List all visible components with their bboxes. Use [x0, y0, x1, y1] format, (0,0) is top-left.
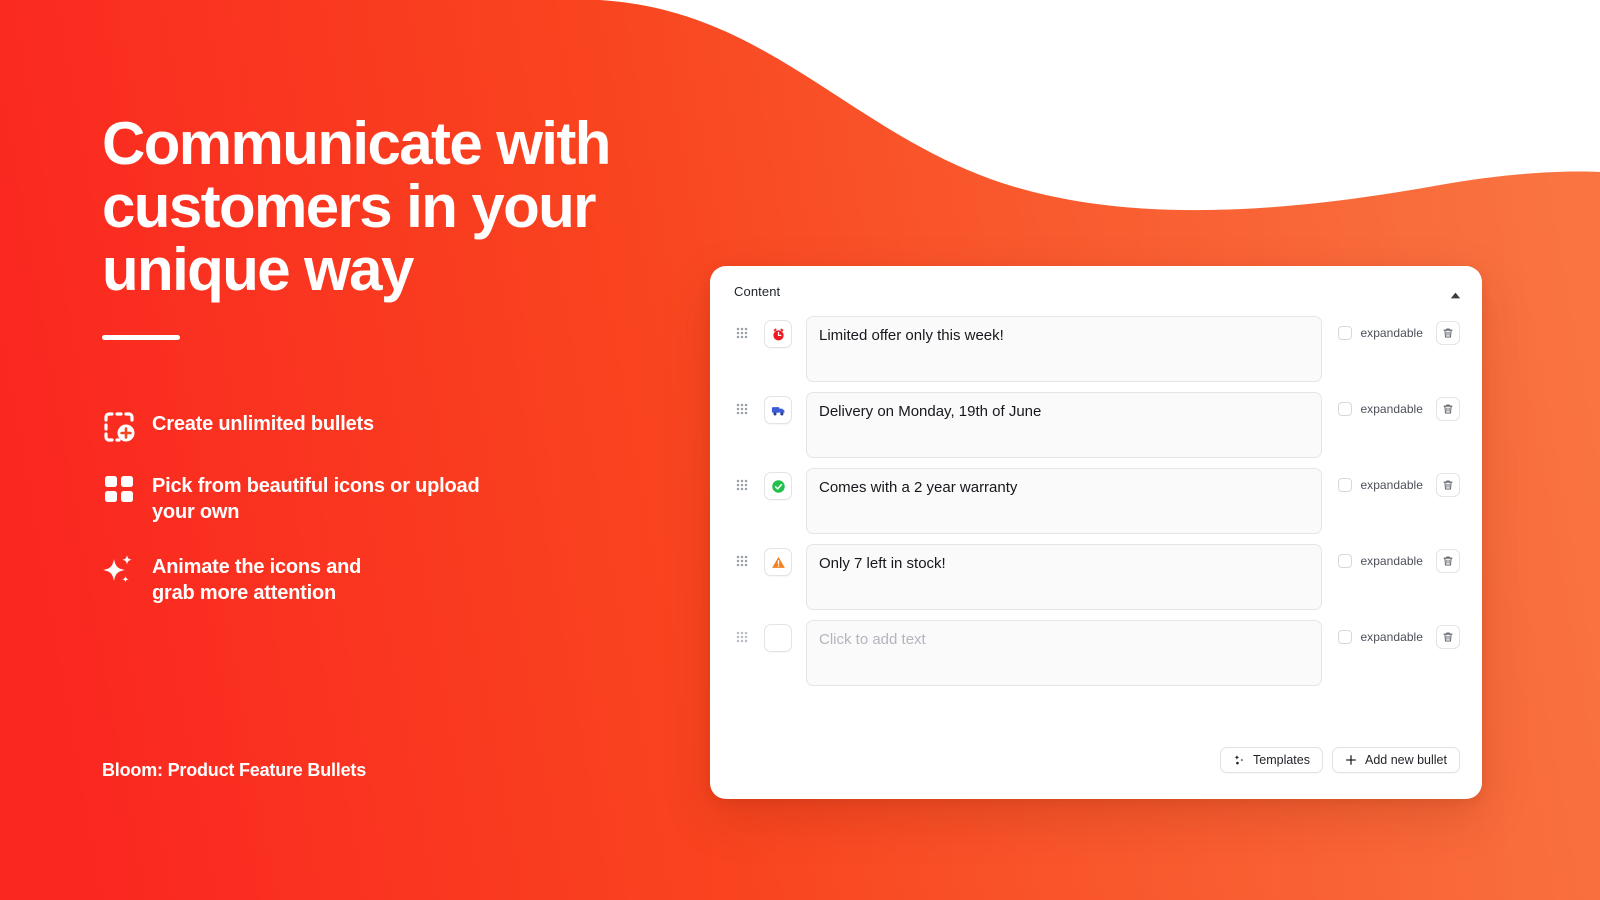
table-row: expandable: [734, 544, 1460, 620]
feature-list: Create unlimited bullets Pick from beaut…: [102, 408, 662, 632]
expandable-checkbox[interactable]: [1338, 326, 1353, 340]
poster-canvas: Communicate with customers in your uniqu…: [0, 0, 1600, 900]
row-controls: expandable: [1338, 549, 1460, 573]
add-bullet-icon: [102, 410, 136, 444]
brand-footer-text: Bloom: Product Feature Bullets: [102, 760, 367, 780]
row-controls: expandable: [1338, 473, 1460, 497]
expandable-label: expandable: [1360, 554, 1423, 568]
bullet-text-input[interactable]: [806, 544, 1323, 610]
trash-icon[interactable]: [1436, 397, 1460, 421]
expandable-checkbox[interactable]: [1338, 554, 1353, 568]
card-footer-actions: Templates Add new bullet: [1220, 747, 1460, 773]
drag-handle-icon[interactable]: [734, 477, 750, 493]
table-row: expandable: [734, 620, 1460, 696]
title-underline-rule: [102, 335, 180, 340]
empty-icon-slot[interactable]: [764, 624, 792, 652]
feature-item-label: Create unlimited bullets: [152, 413, 374, 435]
expandable-label: expandable: [1360, 402, 1423, 416]
row-controls: expandable: [1338, 625, 1460, 649]
drag-handle-icon[interactable]: [734, 401, 750, 417]
expandable-checkbox[interactable]: [1338, 402, 1353, 416]
alarm-clock-icon[interactable]: [764, 320, 792, 348]
hero-block: Communicate with customers in your uniqu…: [102, 112, 742, 340]
caret-up-icon[interactable]: [1450, 286, 1461, 299]
bullet-text-input[interactable]: [806, 468, 1323, 534]
plus-icon: [1345, 754, 1357, 766]
row-controls: expandable: [1338, 397, 1460, 421]
trash-icon[interactable]: [1436, 473, 1460, 497]
sparkle-wand-icon: [1233, 754, 1245, 766]
expandable-label: expandable: [1360, 630, 1423, 644]
sparkles-icon: [102, 553, 136, 587]
expandable-label: expandable: [1360, 478, 1423, 492]
bullet-text-input[interactable]: [806, 620, 1323, 686]
bullet-text-input[interactable]: [806, 316, 1323, 382]
check-circle-icon[interactable]: [764, 472, 792, 500]
warning-triangle-icon[interactable]: [764, 548, 792, 576]
table-row: expandable: [734, 468, 1460, 544]
trash-icon[interactable]: [1436, 321, 1460, 345]
content-card: Content Limited offer only this week! ex…: [710, 266, 1482, 799]
feature-item-label: Pick from beautiful icons or upload your…: [152, 475, 480, 523]
templates-button-label: Templates: [1253, 753, 1310, 767]
drag-handle-icon[interactable]: [734, 629, 750, 645]
bullet-rows-container: expandable: [710, 316, 1482, 696]
table-row: expandable: [734, 316, 1460, 392]
feature-item-pick-icons: Pick from beautiful icons or upload your…: [102, 470, 662, 525]
feature-item-label: Animate the icons and grab more attentio…: [152, 556, 362, 604]
feature-item-animate-icons: Animate the icons and grab more attentio…: [102, 551, 662, 606]
delivery-truck-icon[interactable]: [764, 396, 792, 424]
add-new-bullet-button[interactable]: Add new bullet: [1331, 747, 1460, 773]
expandable-checkbox[interactable]: [1338, 478, 1353, 492]
drag-handle-icon[interactable]: [734, 325, 750, 341]
trash-icon[interactable]: [1436, 625, 1460, 649]
card-title: Content: [734, 283, 781, 299]
expandable-checkbox[interactable]: [1338, 630, 1353, 644]
grid-icons-icon: [102, 472, 136, 506]
add-new-bullet-button-label: Add new bullet: [1364, 753, 1447, 767]
drag-handle-icon[interactable]: [734, 553, 750, 569]
table-row: expandable: [734, 392, 1460, 468]
page-title: Communicate with customers in your uniqu…: [102, 110, 611, 303]
row-controls: expandable: [1338, 321, 1460, 345]
expandable-label: expandable: [1360, 326, 1423, 340]
card-header: Content: [710, 266, 1482, 316]
feature-item-create-bullets: Create unlimited bullets: [102, 408, 662, 444]
trash-icon[interactable]: [1436, 549, 1460, 573]
templates-button[interactable]: Templates: [1220, 747, 1323, 773]
bullet-text-input[interactable]: [806, 392, 1323, 458]
